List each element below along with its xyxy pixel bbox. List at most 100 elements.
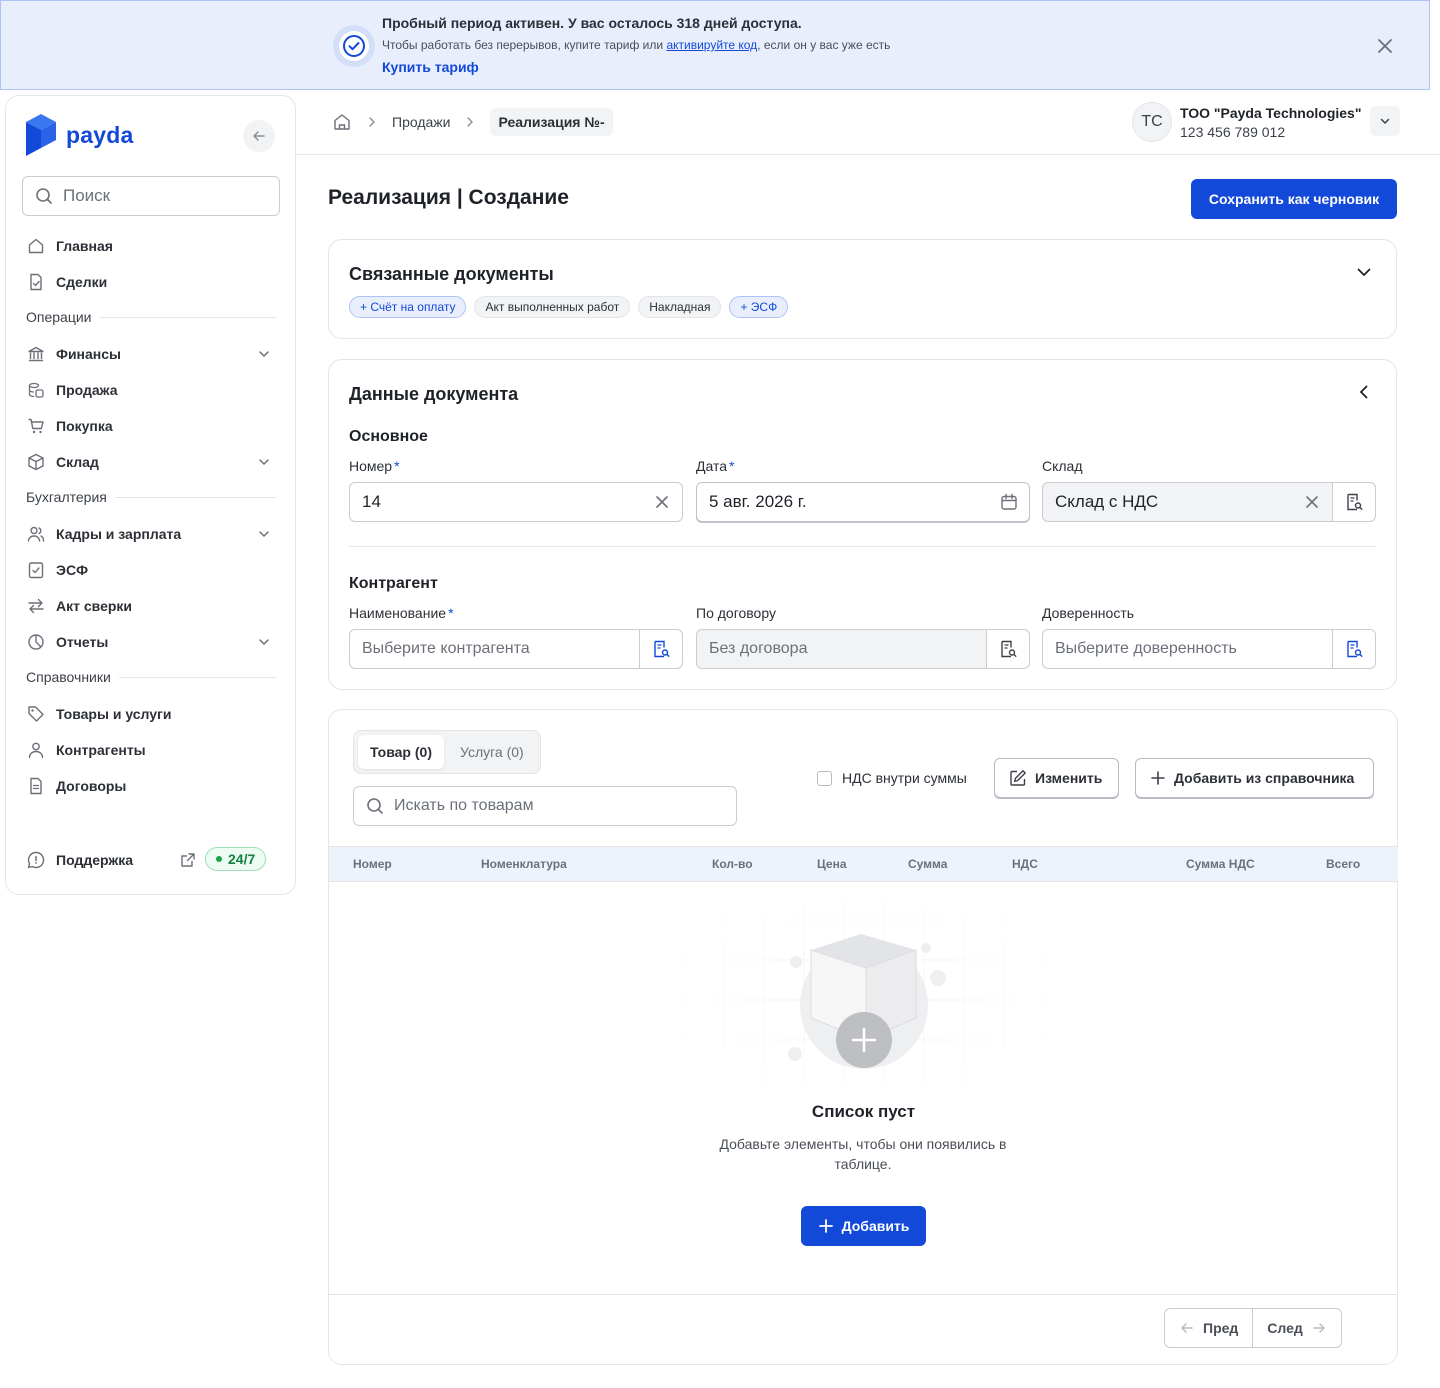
warehouse-field[interactable]: Склад с НДС <box>1042 482 1376 522</box>
sidebar: payda Поиск Главная Сделки Операции Фина… <box>5 95 296 895</box>
catalog-search-icon[interactable] <box>639 630 682 668</box>
power-of-attorney-label: Доверенность <box>1042 605 1135 621</box>
buy-plan-link[interactable]: Купить тариф <box>382 59 479 75</box>
logo-text: payda <box>66 121 134 148</box>
add-esf-chip[interactable]: + ЭСФ <box>729 296 789 318</box>
sidebar-item-hr-payroll[interactable]: Кадры и зарплата <box>26 518 276 550</box>
activate-code-link[interactable]: активируйте код <box>666 38 757 52</box>
avatar: TC <box>1132 102 1172 142</box>
document-data-title: Данные документа <box>349 384 519 404</box>
invoice-check-icon <box>26 560 46 580</box>
top-header: Продажи Реализация №- TC ТОО "Payda Tech… <box>296 92 1440 155</box>
sidebar-item-home[interactable]: Главная <box>26 230 276 262</box>
coins-icon <box>26 380 46 400</box>
counterparty-section-title: Контрагент <box>349 575 438 592</box>
previous-page-button[interactable]: Пред <box>1165 1309 1252 1347</box>
chevron-down-icon <box>259 531 269 538</box>
banner-title: Пробный период активен. У вас осталось 3… <box>382 15 802 31</box>
plus-icon <box>1151 771 1165 785</box>
column-price[interactable]: Цена <box>817 857 847 871</box>
online-dot <box>216 856 222 862</box>
linked-documents-title: Связанные документы <box>349 264 554 284</box>
pagination: Пред След <box>1164 1308 1342 1348</box>
chevron-down-icon[interactable] <box>1354 262 1374 282</box>
linked-documents-chips: + Счёт на оплату Акт выполненных работ Н… <box>349 296 789 318</box>
sidebar-item-esf[interactable]: ЭСФ <box>26 554 276 586</box>
contract-select[interactable]: Без договора <box>696 629 1030 669</box>
sidebar-item-finance[interactable]: Финансы <box>26 338 276 370</box>
empty-state-description: Добавьте элементы, чтобы они появились в… <box>719 1136 1007 1172</box>
column-sum[interactable]: Сумма <box>908 857 947 871</box>
work-completion-act-chip[interactable]: Акт выполненных работ <box>474 296 631 318</box>
check-circle-icon <box>333 25 375 67</box>
date-field[interactable]: 5 авг. 2026 г. <box>696 482 1030 522</box>
users-icon <box>26 524 46 544</box>
number-field[interactable]: 14 <box>349 482 683 522</box>
breadcrumb-sales[interactable]: Продажи <box>392 114 450 130</box>
column-number[interactable]: Номер <box>353 857 392 871</box>
power-of-attorney-select[interactable]: Выберите доверенность <box>1042 629 1376 669</box>
sidebar-item-reports[interactable]: Отчеты <box>26 626 276 658</box>
column-quantity[interactable]: Кол-во <box>712 857 753 871</box>
sidebar-item-counterparties[interactable]: Контрагенты <box>26 734 276 766</box>
vat-inside-checkbox[interactable]: НДС внутри суммы <box>817 770 967 786</box>
number-label: Номер * <box>349 458 400 474</box>
external-link-icon[interactable] <box>180 852 196 868</box>
tab-services[interactable]: Услуга (0) <box>448 735 536 769</box>
support-24-7-badge: 24/7 <box>205 847 267 871</box>
add-item-button[interactable]: Добавить <box>801 1206 926 1246</box>
sidebar-item-contracts[interactable]: Договоры <box>26 770 276 802</box>
arrow-left-icon <box>1181 1323 1193 1333</box>
column-vat-sum[interactable]: Сумма НДС <box>1186 857 1255 871</box>
close-icon[interactable] <box>1375 36 1395 56</box>
page-title: Реализация | Создание <box>328 186 569 209</box>
chevron-down-icon <box>1380 118 1390 125</box>
add-payment-invoice-chip[interactable]: + Счёт на оплату <box>349 296 467 318</box>
collapse-sidebar-button[interactable] <box>243 120 275 152</box>
sidebar-item-support[interactable]: Поддержка <box>26 844 176 876</box>
sidebar-item-sales[interactable]: Продажа <box>26 374 276 406</box>
clear-icon[interactable] <box>642 483 682 521</box>
document-check-icon <box>26 272 46 292</box>
sidebar-search-input[interactable]: Поиск <box>22 176 280 216</box>
sidebar-item-purchase[interactable]: Покупка <box>26 410 276 442</box>
add-from-reference-button[interactable]: Добавить из справочника <box>1135 758 1374 798</box>
catalog-search-icon[interactable] <box>986 630 1029 668</box>
calendar-icon[interactable] <box>989 483 1029 521</box>
sidebar-item-goods-services[interactable]: Товары и услуги <box>26 698 276 730</box>
sidebar-item-deals[interactable]: Сделки <box>26 266 276 298</box>
clear-icon[interactable] <box>1292 483 1332 521</box>
edit-button[interactable]: Изменить <box>994 758 1119 798</box>
contract-icon <box>26 776 46 796</box>
breadcrumb-current: Реализация №- <box>490 108 613 136</box>
sidebar-item-warehouse[interactable]: Склад <box>26 446 276 478</box>
checkbox[interactable] <box>817 770 832 786</box>
logo[interactable]: payda <box>26 114 133 156</box>
basic-section-title: Основное <box>349 428 428 445</box>
organization-menu-button[interactable] <box>1370 106 1400 136</box>
empty-state-title: Список пуст <box>811 1102 916 1121</box>
divider <box>349 546 1376 547</box>
contract-label: По договору <box>696 605 776 621</box>
chevron-down-icon <box>259 639 269 646</box>
catalog-search-icon[interactable] <box>1332 630 1375 668</box>
counterparty-select[interactable]: Выберите контрагента <box>349 629 683 669</box>
tag-icon <box>26 704 46 724</box>
cart-icon <box>26 416 46 436</box>
save-draft-button[interactable]: Сохранить как черновик <box>1191 179 1397 219</box>
document-data-card: Данные документа Основное Номер * 14 Дата… <box>328 359 1397 690</box>
next-page-button[interactable]: След <box>1252 1309 1341 1347</box>
column-nomenclature[interactable]: Номенклатура <box>481 857 567 871</box>
home-icon[interactable] <box>332 112 352 132</box>
organization-switcher[interactable]: TC ТОО "Payda Technologies" 123 456 789 … <box>1132 102 1361 142</box>
catalog-search-icon[interactable] <box>1332 483 1375 521</box>
column-total[interactable]: Всего <box>1326 857 1360 871</box>
tab-goods[interactable]: Товар (0) <box>358 735 444 769</box>
column-vat[interactable]: НДС <box>1012 857 1038 871</box>
goods-search-input[interactable]: Искать по товарам <box>353 786 737 826</box>
waybill-chip[interactable]: Накладная <box>638 296 722 318</box>
banner-subtitle: Чтобы работать без перерывов, купите тар… <box>382 38 891 52</box>
search-icon <box>36 188 52 204</box>
chevron-left-icon[interactable] <box>1354 382 1374 402</box>
sidebar-item-reconciliation[interactable]: Акт сверки <box>26 590 276 622</box>
